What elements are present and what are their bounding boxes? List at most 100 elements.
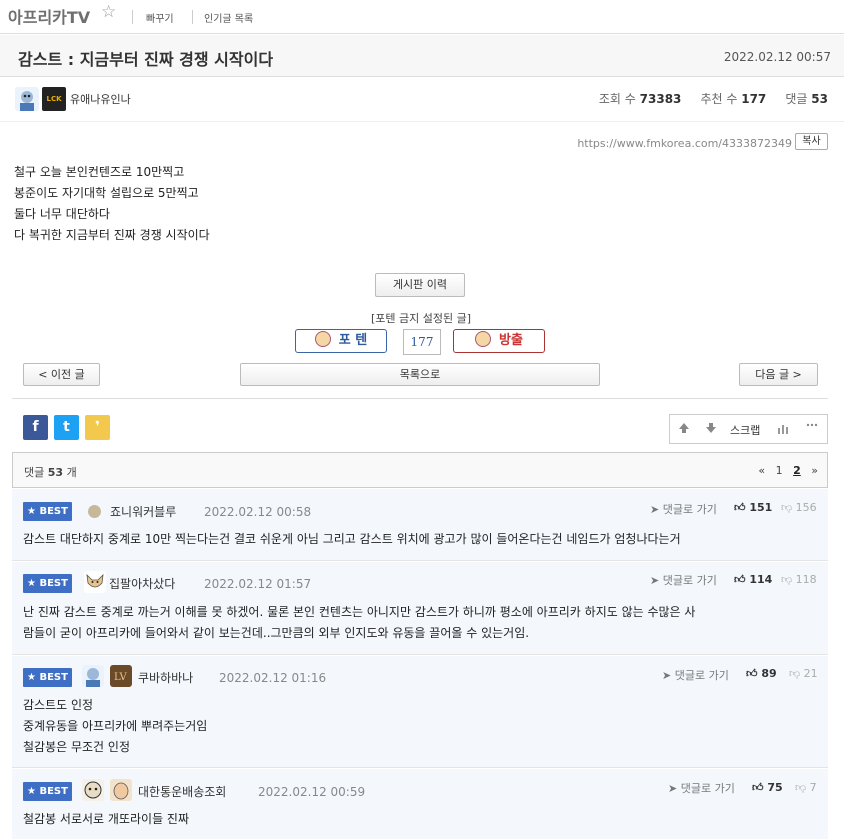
post-title: 감스트 : 지금부터 진짜 경쟁 시작이다 (18, 50, 274, 69)
arrow-down-icon[interactable] (705, 421, 717, 438)
body-line: 둘다 너무 대단하다 (14, 207, 110, 221)
comment-text: 감스트 대단하지 중계로 10만 찍는다는건 결코 쉬운게 아님 그리고 감스트… (23, 529, 681, 550)
reply-link[interactable]: ➤ 댓글로 가기 (662, 667, 729, 683)
reply-label: 댓글로 가기 (662, 503, 717, 516)
poten-label: 포 텐 (338, 333, 368, 348)
face-icon (314, 331, 331, 347)
comment-date: 2022.02.12 01:16 (219, 671, 327, 685)
comments-bar (12, 452, 828, 488)
views-count: 73383 (639, 92, 682, 106)
reply-label: 댓글로 가기 (674, 669, 729, 682)
body-line: 봉준이도 자기대학 설립으로 5만찍고 (14, 186, 199, 200)
comment-author[interactable]: 죠니워커블루 (110, 503, 176, 520)
upvote-count: 89 (761, 667, 777, 680)
comment-author[interactable]: 대한통운배송조회 (138, 783, 226, 800)
body-line: 철구 오늘 본인컨텐즈로 10만찍고 (14, 165, 185, 179)
avatar (110, 779, 132, 801)
best-badge: ★ BEST (23, 574, 72, 593)
pager-page-1[interactable]: 1 (776, 464, 783, 477)
comment-author[interactable]: 쿠바하바나 (138, 669, 193, 686)
best-badge: ★ BEST (23, 668, 72, 687)
star-icon[interactable]: ☆ (101, 2, 116, 22)
views-label: 조회 수 (598, 92, 636, 106)
board-history-button[interactable]: 게시판 이력 (375, 273, 465, 297)
upvote-button[interactable]: 👍︎ 89 (746, 667, 777, 680)
lck-badge-icon: LCK (42, 87, 66, 111)
upvote-count: 75 (767, 781, 783, 794)
list-button[interactable]: 목록으로 (240, 363, 600, 386)
upvote-count: 151 (749, 501, 773, 514)
author-name[interactable]: 유애나유인나 (70, 91, 131, 107)
comment-line: 난 진짜 감스트 중계로 까는거 이해를 못 하겠어. 물론 본인 컨텐츠는 아… (23, 605, 696, 619)
likes-count: 177 (741, 92, 767, 106)
divider (132, 10, 133, 24)
facebook-share-icon[interactable]: f (23, 415, 48, 440)
upvote-button[interactable]: 👍︎ 151 (734, 501, 772, 514)
comment-author[interactable]: 집팔아차샀다 (109, 575, 175, 592)
comment-text: 난 진짜 감스트 중계로 까는거 이해를 못 하겠어. 물론 본인 컨텐츠는 아… (23, 602, 695, 644)
downvote-button[interactable]: 👎︎ 21 (789, 667, 818, 680)
comment-line: 철감봉 서로서로 개또라이들 진짜 (23, 812, 190, 826)
kakao-share-icon[interactable]: ❜ (85, 415, 110, 440)
avatar: LV (110, 665, 132, 687)
upvote-button[interactable]: 👍︎ 75 (752, 781, 783, 794)
top-bar (0, 0, 844, 34)
board-name[interactable]: 아프리카TV (8, 4, 90, 28)
likes-label: 추천 수 (700, 92, 738, 106)
comment-text: 철감봉 서로서로 개또라이들 진짜 (23, 809, 189, 830)
comment-line: 감스트 대단하지 중계로 10만 찍는다는건 결코 쉬운게 아님 그리고 감스트… (23, 532, 681, 546)
link-popular[interactable]: 인기글 목록 (204, 10, 253, 25)
reply-link[interactable]: ➤ 댓글로 가기 (650, 501, 717, 517)
avatar[interactable] (15, 87, 39, 111)
comment-count-label: 댓글 (24, 466, 45, 479)
comments-label: 댓글 (785, 92, 808, 106)
comment-text: 감스트도 인정 중계유동을 아프리카에 뿌려주는거임 철감봉은 무조건 인정 (23, 695, 207, 758)
prev-post-button[interactable]: < 이전 글 (23, 363, 100, 386)
downvote-button[interactable]: 👎︎ 156 (781, 501, 817, 514)
upvote-count: 114 (749, 573, 773, 586)
next-post-button[interactable]: 다음 글 > (739, 363, 818, 386)
poten-count: 177 (403, 329, 441, 355)
face-icon (475, 331, 492, 347)
bang-button[interactable]: 방출 (453, 329, 545, 353)
reply-link[interactable]: ➤ 댓글로 가기 (650, 572, 717, 588)
comment-date: 2022.02.12 00:58 (204, 505, 312, 519)
downvote-count: 7 (809, 781, 817, 794)
arrow-up-icon[interactable] (678, 421, 690, 438)
upvote-button[interactable]: 👍︎ 114 (734, 573, 772, 586)
best-badge: ★ BEST (23, 502, 72, 521)
link-bbakku[interactable]: 빠꾸기 (146, 10, 174, 25)
comment-date: 2022.02.12 00:59 (258, 785, 366, 799)
avatar (88, 505, 101, 518)
twitter-share-icon[interactable]: t (54, 415, 79, 440)
more-icon[interactable] (806, 419, 818, 434)
avatar (84, 571, 106, 593)
post-url[interactable]: https://www.fmkorea.com/4333872349 (577, 137, 792, 150)
downvote-button[interactable]: 👎︎ 7 (795, 781, 817, 794)
comment-count-value: 53 (47, 466, 64, 479)
divider (192, 10, 193, 24)
pager-page-2[interactable]: 2 (793, 464, 801, 477)
reply-label: 댓글로 가기 (680, 782, 735, 795)
reply-link[interactable]: ➤ 댓글로 가기 (668, 780, 735, 796)
chart-icon[interactable] (777, 422, 791, 437)
comment-item (12, 489, 828, 561)
poten-button[interactable]: 포 텐 (295, 329, 387, 353)
downvote-count: 156 (795, 501, 817, 514)
scrap-button[interactable]: 스크랩 (730, 422, 760, 438)
comment-line: 람들이 굳이 아프리카에 들어와서 같이 보는건데..그만큼의 외부 인지도와 … (23, 626, 530, 640)
comment-line: 중계유동을 아프리카에 뿌려주는거임 (23, 719, 208, 733)
divider (0, 121, 844, 122)
avatar (82, 779, 104, 801)
pager-next[interactable]: » (811, 464, 818, 477)
comment-count-unit: 개 (66, 466, 77, 479)
bang-label: 방출 (499, 333, 523, 348)
avatar (82, 665, 104, 687)
best-badge: ★ BEST (23, 782, 72, 801)
comment-line: 철감봉은 무조건 인정 (23, 740, 130, 754)
downvote-button[interactable]: 👎︎ 118 (781, 573, 817, 586)
pager-prev[interactable]: « (758, 464, 765, 477)
comment-line: 감스트도 인정 (23, 698, 94, 712)
comments-count: 53 (811, 92, 828, 106)
copy-button[interactable]: 복사 (795, 133, 828, 150)
